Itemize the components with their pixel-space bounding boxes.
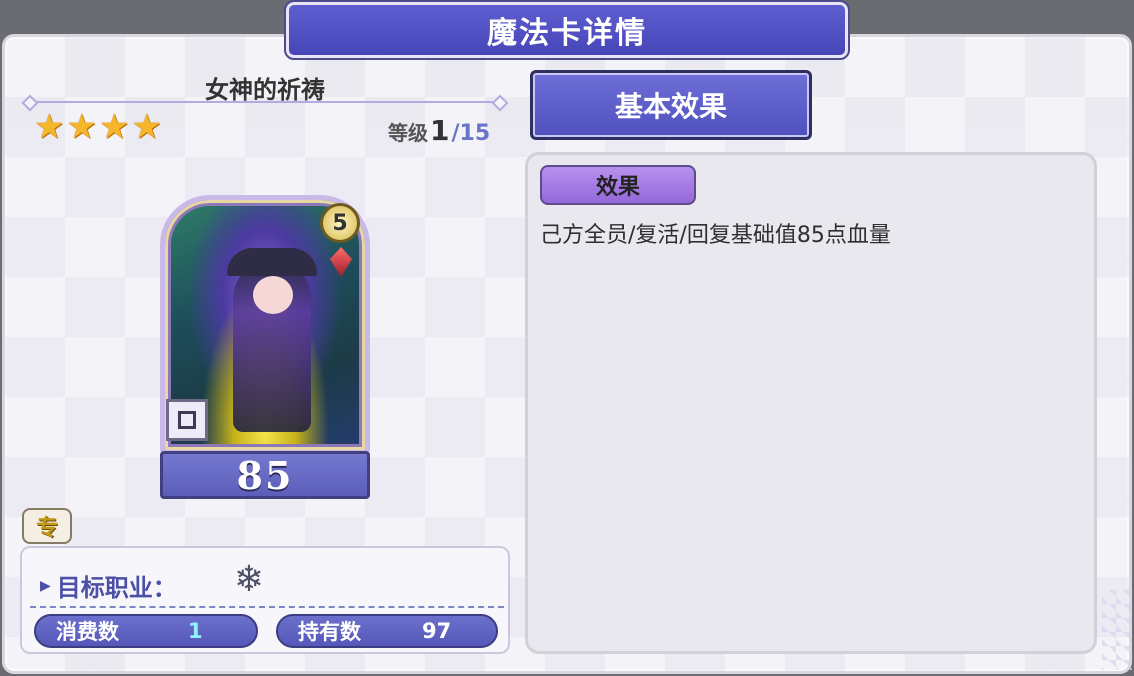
cost-badge: 5 [320, 203, 360, 243]
target-job-box: ▶ 目标职业： ❄ 消费数 1 持有数 97 [20, 546, 510, 654]
dashed-divider [30, 606, 504, 608]
card-type-icon [166, 399, 208, 441]
card-name: 女神的祈祷 [205, 76, 325, 104]
star-rating: ★ ★ ★ ★ [34, 110, 162, 144]
star-icon: ★ [131, 107, 162, 147]
effect-panel: 效果 己方全员/复活/回复基础值85点血量 [525, 152, 1097, 654]
level-label: 等级 [388, 121, 428, 145]
star-icon: ★ [98, 107, 130, 147]
consume-label: 消费数 [56, 620, 119, 644]
character-face [253, 276, 293, 314]
exclusive-tag: 专 [22, 508, 72, 544]
star-icon: ★ [66, 107, 97, 147]
level-max: /15 [451, 121, 491, 146]
tab-basic-effect[interactable]: 基本效果 [530, 70, 812, 140]
triangle-icon: ▶ [40, 577, 51, 594]
owned-count-pill: 持有数 97 [276, 614, 498, 648]
effect-description: 己方全员/复活/回复基础值85点血量 [540, 223, 891, 248]
window-title: 魔法卡详情 [284, 0, 850, 60]
own-label: 持有数 [298, 620, 361, 644]
corner-decoration [1102, 590, 1132, 670]
magic-card[interactable]: 5 85 [160, 195, 370, 501]
consume-value: 1 [188, 619, 203, 643]
card-value: 85 [160, 451, 370, 499]
name-divider [28, 101, 502, 105]
star-icon: ★ [34, 107, 65, 147]
consume-count-pill: 消费数 1 [34, 614, 258, 648]
compass-snowflake-icon[interactable]: ❄ [228, 558, 270, 600]
target-job-label: 目标职业： [56, 574, 177, 602]
character-hat [227, 248, 317, 276]
effect-chip: 效果 [540, 165, 696, 205]
own-value: 97 [422, 619, 452, 643]
level-current: 1 [430, 114, 450, 147]
target-job-label-row: ▶ 目标职业： [40, 568, 177, 603]
level-indicator: 等级 1 /15 [388, 114, 490, 147]
